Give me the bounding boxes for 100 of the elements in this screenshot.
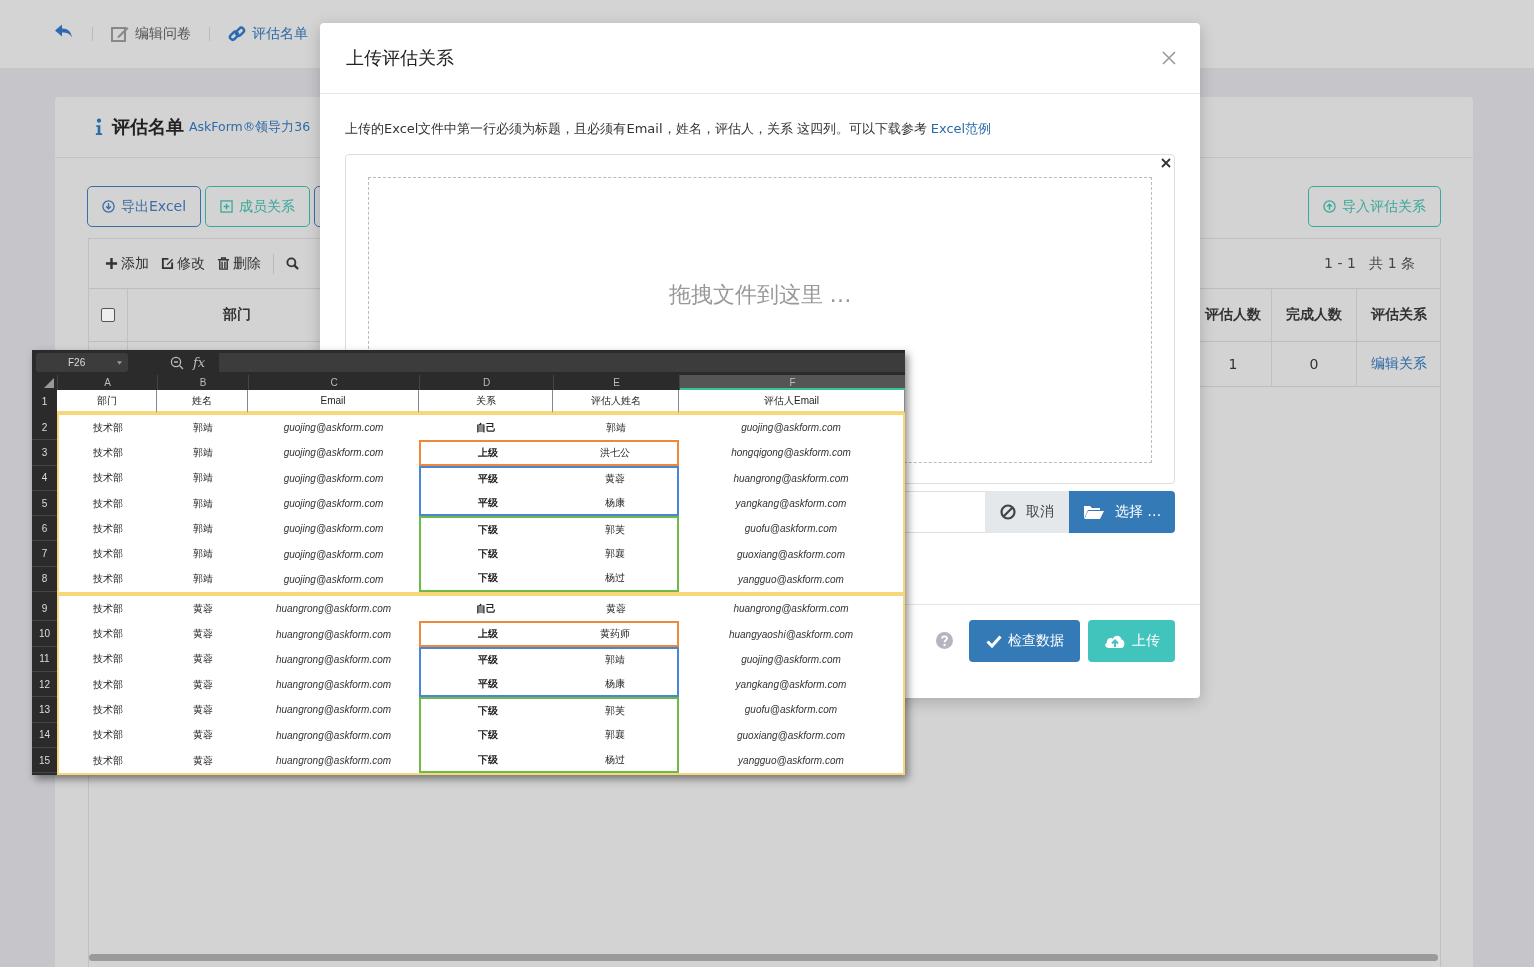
- sheet-cell-text: yangguo@askform.com: [736, 572, 845, 587]
- sheet-cell-text: 自己: [475, 420, 497, 435]
- toolbar-button[interactable]: 添加: [105, 254, 149, 273]
- sheet-cell: 上级: [419, 440, 553, 466]
- sheet-cell: 下级: [419, 541, 553, 567]
- sheet-cell-text: 技术部: [92, 496, 124, 511]
- sheet-cell: 平级: [419, 646, 553, 672]
- sheet-cell-text: guofu@askform.com: [743, 522, 839, 537]
- sheet-cell: 平级: [419, 490, 553, 517]
- sheet-cell-text: huangrong@askform.com: [274, 652, 393, 667]
- sheet-cell: 下级: [419, 566, 553, 593]
- search-icon[interactable]: [286, 257, 299, 270]
- zoom-icon[interactable]: [170, 355, 184, 370]
- column-letter[interactable]: F: [679, 375, 905, 390]
- edit-relation-link[interactable]: 编辑关系: [1370, 355, 1427, 373]
- sheet-cell-text: 技术部: [92, 652, 124, 667]
- sheet-cell-text: yangkang@askform.com: [734, 678, 848, 693]
- sheet-cell: 郭靖: [553, 646, 679, 672]
- back-icon[interactable]: [54, 22, 74, 40]
- table-cell: 0: [1309, 356, 1319, 372]
- sheet-cell-text: 技术部: [92, 471, 124, 486]
- check-data-button[interactable]: 检查数据: [969, 619, 1080, 662]
- sheet-cell: 下级: [419, 722, 553, 748]
- sheet-cell: 郭芙: [553, 697, 679, 723]
- sheet-cell-text: guojing@askform.com: [282, 522, 385, 537]
- plus-square-icon: [220, 200, 234, 213]
- sheet-cell-text: 黄蓉: [191, 677, 214, 692]
- sheet-cell-text: 郭靖: [191, 547, 214, 562]
- plus-icon: [105, 257, 118, 270]
- trash-icon: [217, 257, 230, 270]
- sheet-cell: 郭襄: [553, 722, 679, 748]
- sheet-cell-text: guojing@askform.com: [282, 547, 385, 562]
- sheet-cell-text: huangrong@askform.com: [274, 728, 393, 743]
- cell-reference-field[interactable]: F26: [36, 353, 128, 372]
- nav-tab[interactable]: 评估名单: [228, 25, 308, 43]
- drop-hint: 拖拽文件到这里 …: [668, 281, 852, 309]
- sheet-cell: 洪七公: [553, 440, 679, 466]
- sheet-cell-text: 郭靖: [191, 420, 214, 435]
- sheet-cell-text: 技术部: [92, 677, 124, 692]
- sheet-cell-text: guojing@askform.com: [740, 652, 842, 667]
- sheet-cell-text: 黄蓉: [191, 728, 214, 743]
- download-icon: [102, 200, 115, 213]
- sheet-cell: 下级: [419, 747, 553, 774]
- sheet-cell-text: huangrong@askform.com: [274, 627, 393, 642]
- sheet-cell-text: 郭靖: [191, 572, 214, 587]
- info-icon: [95, 118, 103, 136]
- close-icon[interactable]: [1161, 158, 1171, 168]
- edit-icon: [111, 25, 129, 43]
- sheet-cell-text: guoxiang@askform.com: [736, 728, 846, 743]
- function-label: fx: [193, 355, 206, 370]
- sheet-cell: 杨过: [553, 747, 679, 774]
- sheet-cell-text: 黄蓉: [191, 627, 214, 642]
- example-link[interactable]: Excel范例: [930, 121, 992, 136]
- sheet-cell-text: huangrong@askform.com: [732, 471, 850, 486]
- upload-icon: [1323, 200, 1336, 213]
- sheet-cell-text: 技术部: [92, 627, 124, 642]
- edit-icon: [161, 257, 174, 270]
- sheet-cell-text: guofu@askform.com: [743, 703, 839, 718]
- sheet-cell-text: 郭靖: [191, 496, 214, 511]
- sheet-cell-text: huangrong@askform.com: [274, 678, 393, 693]
- sheet-cell-text: guoxiang@askform.com: [736, 547, 846, 562]
- action-button[interactable]: 导出Excel: [87, 186, 202, 227]
- sheet-cell-text: 技术部: [92, 420, 124, 435]
- sheet-cell-text: 技术部: [92, 702, 124, 717]
- sheet-cell-text: huangrong@askform.com: [274, 602, 393, 617]
- cancel-button[interactable]: 取消: [985, 491, 1069, 533]
- sheet-cell-text: 黄蓉: [191, 652, 214, 667]
- instruction-text: 上传的Excel文件中第一行必须为标题，且必须有Email，姓名，评估人，关系 这四列。可以下载参考 Excel范例: [345, 120, 993, 138]
- sheet-cell-text: 郭靖: [191, 445, 214, 460]
- browse-button[interactable]: 选择 …: [1069, 491, 1175, 533]
- pagination-info: 1 - 1 共 1 条: [1324, 254, 1415, 273]
- formula-field[interactable]: [219, 353, 905, 372]
- toolbar-button[interactable]: 删除: [217, 254, 261, 273]
- sheet-cell: 平级: [419, 465, 553, 491]
- sheet-cell-text: guojing@askform.com: [740, 421, 842, 436]
- select-all-corner[interactable]: [44, 377, 54, 388]
- sheet-cell-text: huangrong@askform.com: [274, 703, 393, 718]
- sheet-cell-text: 技术部: [92, 753, 124, 768]
- select-all-checkbox[interactable]: [101, 308, 115, 322]
- sheet-cell-text: guojing@askform.com: [282, 497, 385, 512]
- row-number: 1: [32, 390, 57, 413]
- sheet-cell-text: 技术部: [92, 572, 124, 587]
- scrollbar[interactable]: [89, 954, 1438, 961]
- sheet-cell-text: 技术部: [92, 728, 124, 743]
- ban-icon: [1000, 504, 1016, 520]
- toolbar-button[interactable]: 修改: [161, 254, 205, 273]
- sheet-cell: 下级: [419, 697, 553, 723]
- card-title: 评估名单: [112, 115, 184, 139]
- sheet-cell-text: 技术部: [92, 521, 124, 536]
- sheet-cell-text: 郭靖: [605, 420, 627, 435]
- caret-icon[interactable]: [117, 360, 122, 365]
- sheet-cell-text: huangrong@askform.com: [732, 602, 850, 617]
- sheet-cell: 郭芙: [553, 516, 679, 542]
- table-cell: 1: [1228, 356, 1238, 372]
- sheet-cell-text: huangrong@askform.com: [274, 754, 393, 768]
- nav-tab[interactable]: 编辑问卷: [111, 25, 191, 43]
- sheet-cell: 杨康: [553, 672, 679, 698]
- sheet-cell-text: yangkang@askform.com: [734, 497, 848, 512]
- column-header: 部门: [222, 306, 251, 324]
- column-header: 评估人数: [1205, 306, 1261, 324]
